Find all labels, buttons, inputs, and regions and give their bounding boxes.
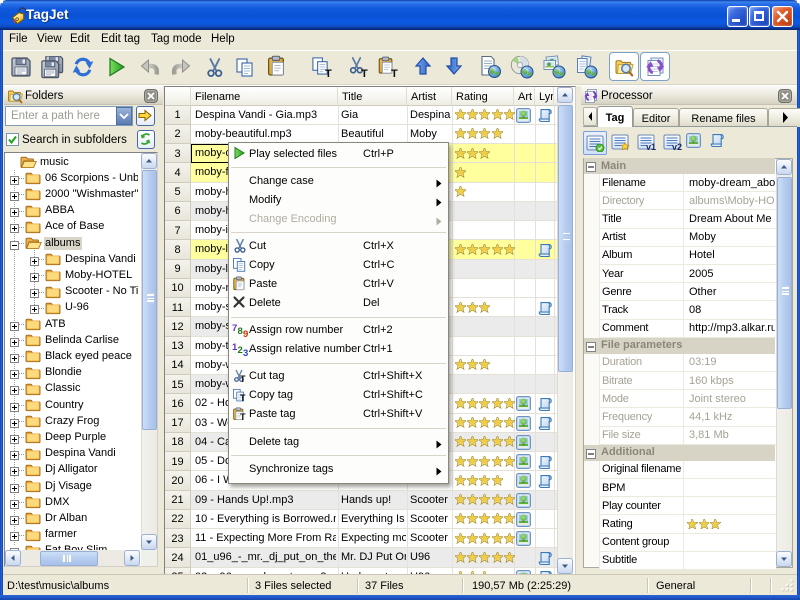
- svg-text:v2: v2: [672, 142, 682, 151]
- svg-text:T: T: [361, 68, 368, 80]
- svg-text:T: T: [391, 68, 398, 80]
- svg-text:2: 2: [238, 345, 243, 356]
- svg-text:T: T: [325, 68, 332, 80]
- svg-text:T: T: [240, 374, 246, 384]
- svg-text:9: 9: [243, 329, 248, 339]
- svg-text:T: T: [240, 393, 246, 403]
- svg-text:v1: v1: [646, 142, 656, 151]
- svg-text:8: 8: [238, 326, 243, 337]
- svg-text:T: T: [240, 412, 246, 422]
- svg-text:3: 3: [243, 348, 248, 358]
- svg-text:7: 7: [232, 323, 237, 334]
